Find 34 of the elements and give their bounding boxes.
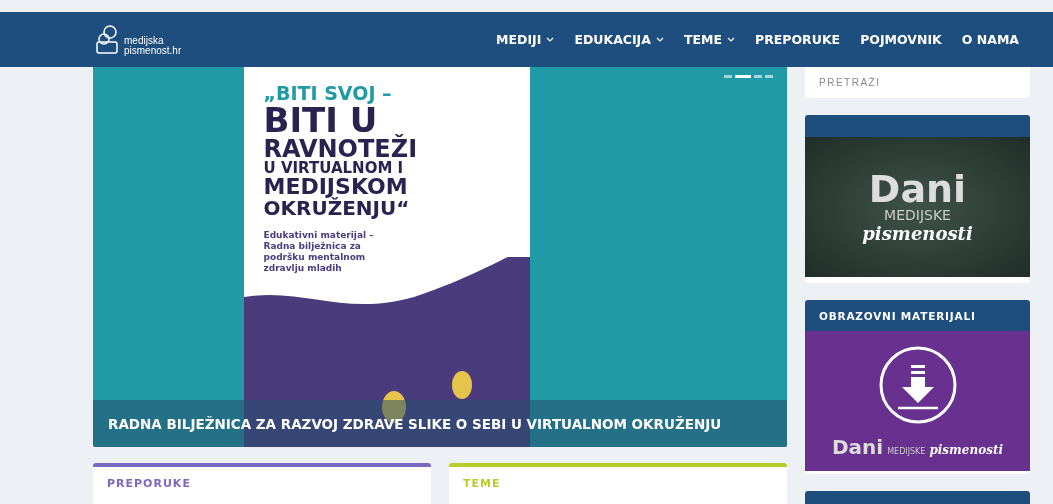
nav-link[interactable]: PREPORUKE [755,32,841,47]
download-banner[interactable]: Dani MEDIJSKE pismenosti [805,331,1030,471]
logo-icon[interactable] [95,24,121,55]
logo-text: MEDIJSKE [887,448,926,457]
nav-link[interactable]: EDUKACIJA [574,32,664,47]
logo-text[interactable]: medijska pismenost.hr [124,35,182,56]
cover-title: BITI U [263,103,378,137]
logo-text: Dani [868,169,967,208]
chevron-down-icon [655,37,664,42]
slide-caption[interactable]: RADNA BILJEŽNICA ZA RAZVOJ ZDRAVE SLIKE O SEBI U VIRTUALNOM OKRUŽENJU [93,400,787,447]
slide-indicator[interactable] [724,75,732,78]
chalkboard-banner[interactable]: Dani MEDIJSKE pismenosti [805,137,1030,277]
nav-link[interactable]: TEME [683,32,735,47]
cover-subtitle: Edukativni materijal – Radna bilježnica za podršku mentalnom zdravlju mladih [263,230,374,274]
chevron-down-icon [546,37,555,42]
logo-text: pismenosti [862,223,973,245]
logo-text: Dani [831,437,884,457]
section-title[interactable]: PREPORUKE [93,467,205,500]
chevron-down-icon [727,37,735,42]
slide-indicator[interactable] [754,75,762,78]
logo-text: pismenosti [929,443,1003,457]
logo-text: MEDIJSKE [884,207,951,224]
slide-indicator[interactable] [765,75,773,78]
nav-link[interactable]: O NAMA [961,32,1019,47]
nav-link[interactable]: MEDIJI [496,32,555,47]
slide-indicator[interactable] [735,75,751,78]
cover-title: U VIRTUALNOM I [263,161,404,176]
download-icon [877,345,958,425]
search-field[interactable]: PRETRAŽI [805,67,1030,98]
cover-title: MEDIJSKOM [263,176,408,198]
nav-link[interactable]: POJMOVNIK [860,32,942,47]
cover-title: „BITI SVOJ – [263,83,392,103]
widget-title: OBRAZOVNI MATERIJALI [819,309,976,322]
cover-title: OKRUŽENJU“ [263,198,410,218]
